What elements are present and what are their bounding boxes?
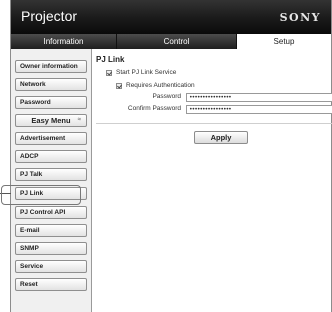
divider xyxy=(96,123,332,124)
sidebar-group-easy-menu[interactable]: Easy Menu ≈ xyxy=(15,114,87,127)
app-header: Projector SONY xyxy=(11,0,331,34)
section-title: PJ Link xyxy=(96,55,125,64)
sidebar-item-pj-talk[interactable]: PJ Talk xyxy=(15,168,87,181)
start-service-checkbox[interactable] xyxy=(106,69,112,76)
sidebar-item-email[interactable]: E-mail xyxy=(15,224,87,237)
apply-button[interactable]: Apply xyxy=(194,131,248,144)
browser-frame: Projector SONY Information Control Setup… xyxy=(10,0,332,312)
sidebar-group-label: Easy Menu xyxy=(31,116,71,125)
app-title: Projector xyxy=(21,8,78,24)
tab-control[interactable]: Control xyxy=(117,34,237,49)
requires-auth-checkbox[interactable] xyxy=(116,82,122,89)
sidebar: Owner information Network Password Easy … xyxy=(11,49,92,312)
requires-auth-row: Requires Authentication xyxy=(116,82,195,89)
callout-highlight-frame xyxy=(1,185,81,205)
sidebar-item-network[interactable]: Network xyxy=(15,78,87,91)
confirm-password-input[interactable]: •••••••••••••••• xyxy=(186,105,332,114)
tab-information[interactable]: Information xyxy=(11,34,117,49)
tab-setup[interactable]: Setup xyxy=(237,34,331,49)
start-service-label: Start PJ Link Service xyxy=(116,69,177,76)
sidebar-item-reset[interactable]: Reset xyxy=(15,278,87,291)
requires-auth-label: Requires Authentication xyxy=(126,82,195,89)
password-label: Password xyxy=(152,93,181,100)
sidebar-item-snmp[interactable]: SNMP xyxy=(15,242,87,255)
sidebar-item-owner-information[interactable]: Owner information xyxy=(15,60,87,73)
confirm-password-label: Confirm Password xyxy=(127,105,181,112)
start-service-row: Start PJ Link Service xyxy=(106,69,176,76)
password-input[interactable]: •••••••••••••••• xyxy=(186,93,332,102)
sidebar-item-service[interactable]: Service xyxy=(15,260,87,273)
sidebar-item-advertisement[interactable]: Advertisement xyxy=(15,132,87,145)
sidebar-item-adcp[interactable]: ADCP xyxy=(15,150,87,163)
sidebar-item-pj-control-api[interactable]: PJ Control API xyxy=(15,206,87,219)
collapse-caret-icon: ≈ xyxy=(77,117,81,123)
tab-bar: Information Control Setup xyxy=(11,34,331,49)
sidebar-item-password[interactable]: Password xyxy=(15,96,87,109)
brand-logo: SONY xyxy=(279,11,321,24)
main-content: PJ Link Start PJ Link Service Requires A… xyxy=(96,49,332,312)
